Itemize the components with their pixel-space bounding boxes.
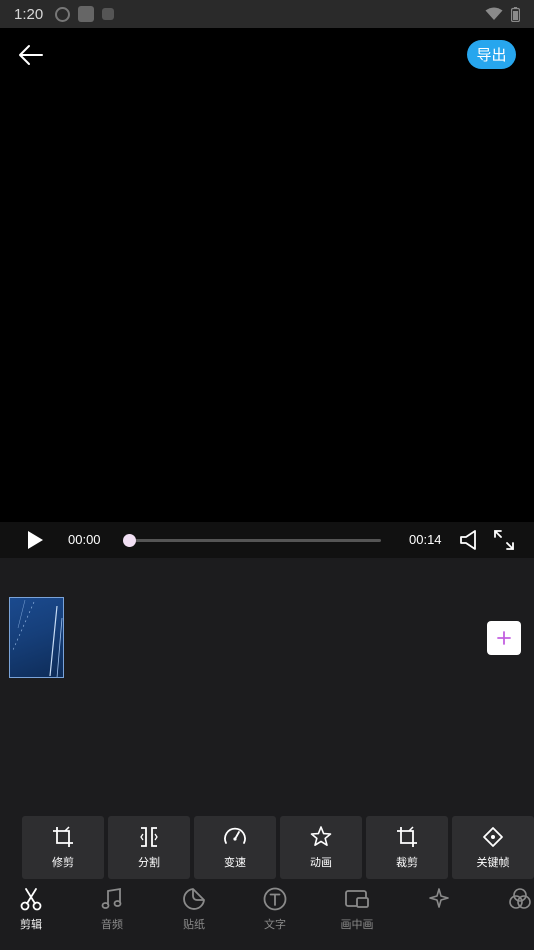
notification-icon xyxy=(55,6,71,22)
nav-label: 贴纸 xyxy=(183,918,205,931)
tool-label: 变速 xyxy=(224,856,246,869)
plus-icon xyxy=(497,631,511,645)
back-button[interactable] xyxy=(16,42,46,68)
notification-icons xyxy=(55,6,115,22)
nav-item-edit[interactable]: 剪辑 xyxy=(0,886,66,932)
app-notification-icon xyxy=(78,6,95,22)
nav-item-audio[interactable]: 音频 xyxy=(77,886,147,932)
nav-item-pip[interactable]: 画中画 xyxy=(322,886,392,932)
tool-animation[interactable]: 动画 xyxy=(280,816,362,879)
tool-label: 修剪 xyxy=(52,856,74,869)
video-preview[interactable]: 导出 xyxy=(0,28,534,522)
nav-item-effects[interactable] xyxy=(404,886,474,916)
effects-icon xyxy=(429,888,449,908)
edit-toolbar: 修剪 分割 变速 动画 裁剪 关键帧 xyxy=(22,816,534,879)
tool-keyframe[interactable]: 关键帧 xyxy=(452,816,534,879)
timeline xyxy=(0,558,534,816)
current-time: 00:00 xyxy=(68,532,101,547)
sticker-icon xyxy=(183,888,205,910)
crop-icon xyxy=(397,826,417,847)
status-right xyxy=(485,6,520,22)
nav-label: 音频 xyxy=(101,918,123,931)
split-icon xyxy=(140,827,158,847)
volume-button[interactable] xyxy=(458,528,482,552)
nav-item-sticker[interactable]: 贴纸 xyxy=(159,886,229,932)
tool-split[interactable]: 分割 xyxy=(108,816,190,879)
arrow-left-icon xyxy=(19,45,43,65)
clip-preview-image xyxy=(12,599,63,677)
tool-speed[interactable]: 变速 xyxy=(194,816,276,879)
progress-slider[interactable] xyxy=(123,534,381,547)
crop-icon xyxy=(53,826,73,847)
video-clip-thumbnail[interactable] xyxy=(9,597,64,678)
status-bar: 1:20 xyxy=(0,0,534,28)
speaker-icon xyxy=(460,530,476,550)
bottom-nav: 剪辑 音频 贴纸 文字 画中画 xyxy=(0,882,534,950)
nav-label: 画中画 xyxy=(340,918,374,931)
picture-in-picture-icon xyxy=(345,890,369,908)
play-icon xyxy=(28,531,43,549)
fullscreen-button[interactable] xyxy=(492,528,516,552)
nav-label: 剪辑 xyxy=(20,918,42,931)
status-time: 1:20 xyxy=(14,5,44,23)
tool-trim[interactable]: 修剪 xyxy=(22,816,104,879)
filter-icon xyxy=(509,888,531,909)
nav-item-filter[interactable] xyxy=(485,886,534,916)
text-icon xyxy=(263,887,287,911)
expand-icon xyxy=(494,530,514,550)
tool-label: 关键帧 xyxy=(476,856,510,869)
scissors-icon xyxy=(20,888,42,911)
keyframe-diamond-icon xyxy=(483,827,503,847)
star-icon xyxy=(310,826,332,846)
wifi-icon xyxy=(485,7,503,20)
playback-controls: 00:00 00:14 xyxy=(0,522,534,558)
progress-thumb[interactable] xyxy=(123,534,136,547)
tool-label: 动画 xyxy=(310,856,332,869)
add-clip-button[interactable] xyxy=(487,621,521,655)
nav-label: 文字 xyxy=(264,918,286,931)
small-notification-icon xyxy=(102,8,115,20)
nav-item-text[interactable]: 文字 xyxy=(240,886,310,932)
play-button[interactable] xyxy=(24,529,46,551)
total-time: 00:14 xyxy=(409,532,442,547)
speedometer-icon xyxy=(224,827,246,844)
battery-icon xyxy=(511,6,520,22)
export-button[interactable]: 导出 xyxy=(467,40,516,69)
music-note-icon xyxy=(101,887,122,909)
tool-crop[interactable]: 裁剪 xyxy=(366,816,448,879)
tool-label: 分割 xyxy=(138,856,160,869)
tool-label: 裁剪 xyxy=(396,856,418,869)
